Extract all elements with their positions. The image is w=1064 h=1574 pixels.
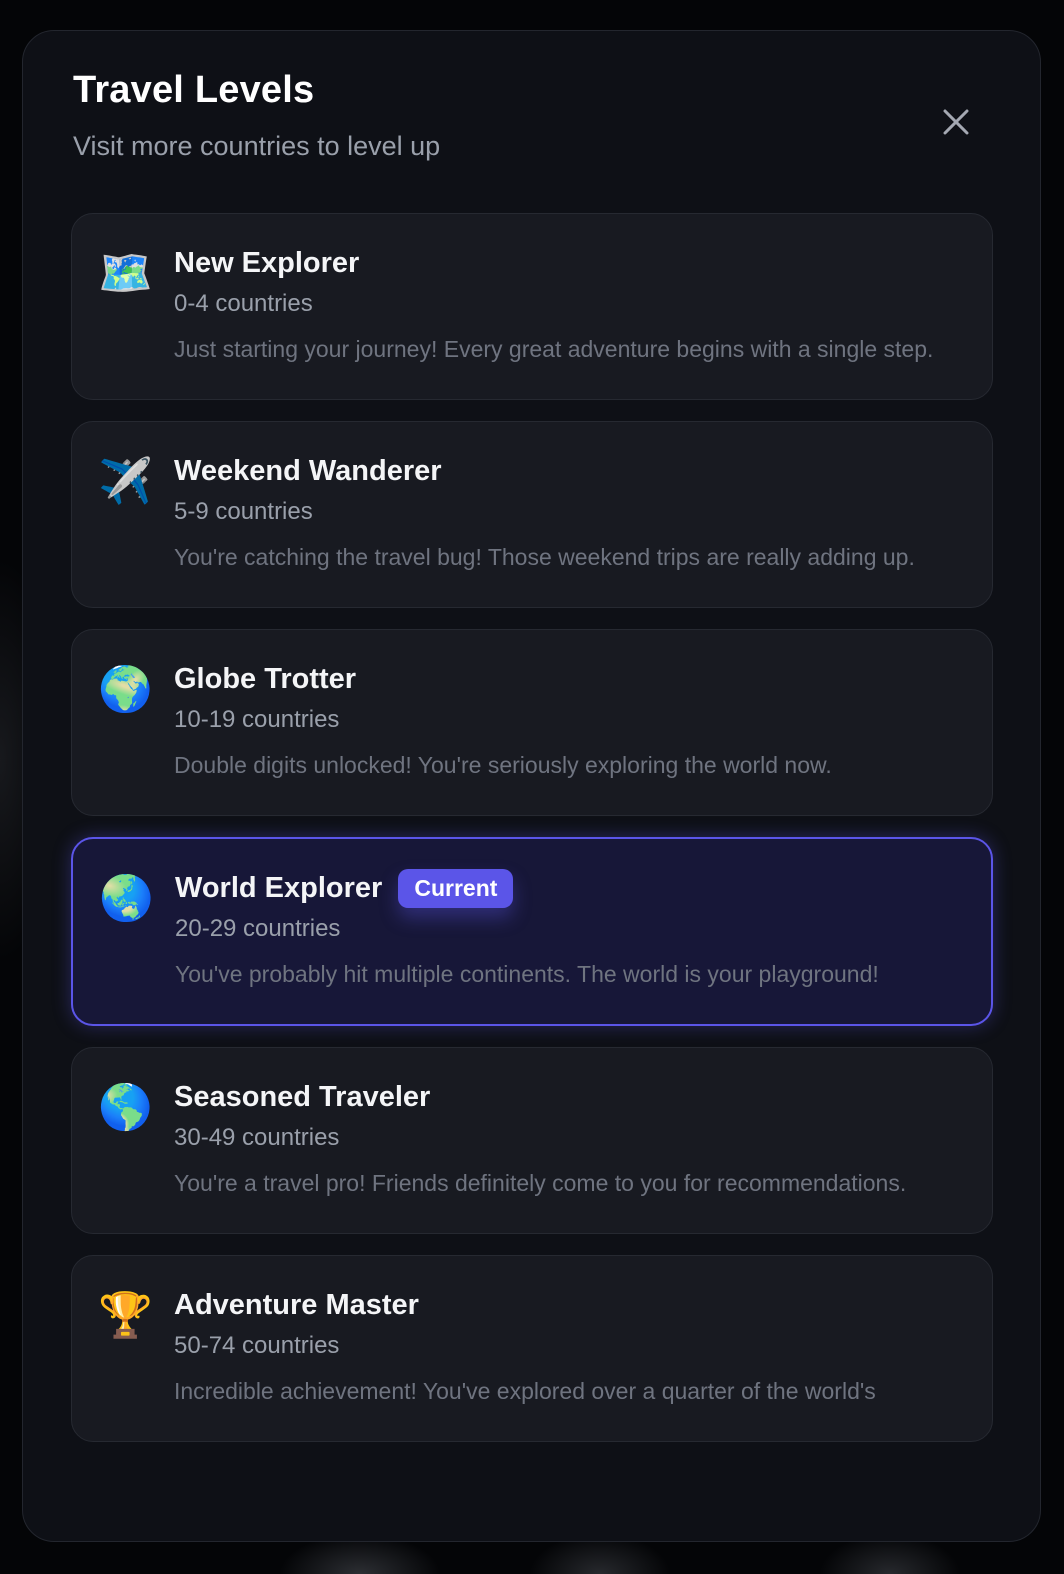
level-description: You're a travel pro! Friends definitely … [174,1170,907,1196]
level-name: World Explorer [175,871,383,904]
level-name: Adventure Master [174,1288,419,1321]
level-description: Incredible achievement! You've explored … [174,1378,876,1404]
travel-levels-modal: Travel Levels Visit more countries to le… [22,30,1041,1542]
level-name: New Explorer [174,246,360,279]
level-range: 5-9 countries [174,498,313,525]
level-card-weekend-wanderer[interactable]: ✈️ Weekend Wanderer 5-9 countries You're… [71,421,993,608]
level-range: 0-4 countries [174,290,313,317]
airplane-icon: ✈️ [98,456,153,507]
globe-asia-australia-icon: 🌏 [99,873,154,924]
level-description: Double digits unlocked! You're seriously… [174,752,832,778]
close-button[interactable] [931,97,981,147]
trophy-icon: 🏆 [98,1290,153,1341]
levels-list: 🗺️ New Explorer 0-4 countries Just start… [71,213,993,1463]
level-range: 20-29 countries [175,915,341,942]
level-card-globe-trotter[interactable]: 🌍 Globe Trotter 10-19 countries Double d… [71,629,993,816]
map-icon: 🗺️ [98,248,153,299]
modal-title: Travel Levels [73,69,315,111]
level-range: 30-49 countries [174,1124,340,1151]
level-card-seasoned-traveler[interactable]: 🌎 Seasoned Traveler 30-49 countries You'… [71,1047,993,1234]
globe-europe-africa-icon: 🌍 [98,664,153,715]
level-description: You're catching the travel bug! Those we… [174,544,915,570]
level-range: 50-74 countries [174,1332,340,1359]
close-icon [943,109,969,135]
level-card-adventure-master[interactable]: 🏆 Adventure Master 50-74 countries Incre… [71,1255,993,1442]
current-badge: Current [398,868,514,908]
level-name: Seasoned Traveler [174,1080,431,1113]
level-name: Weekend Wanderer [174,454,442,487]
level-name: Globe Trotter [174,662,357,695]
level-description: You've probably hit multiple continents.… [175,961,879,987]
modal-subtitle: Visit more countries to level up [73,131,441,161]
globe-americas-icon: 🌎 [98,1082,153,1133]
level-range: 10-19 countries [174,706,340,733]
level-description: Just starting your journey! Every great … [174,336,934,362]
level-card-new-explorer[interactable]: 🗺️ New Explorer 0-4 countries Just start… [71,213,993,400]
level-card-world-explorer[interactable]: 🌏 World Explorer Current 20-29 countries… [71,837,993,1026]
